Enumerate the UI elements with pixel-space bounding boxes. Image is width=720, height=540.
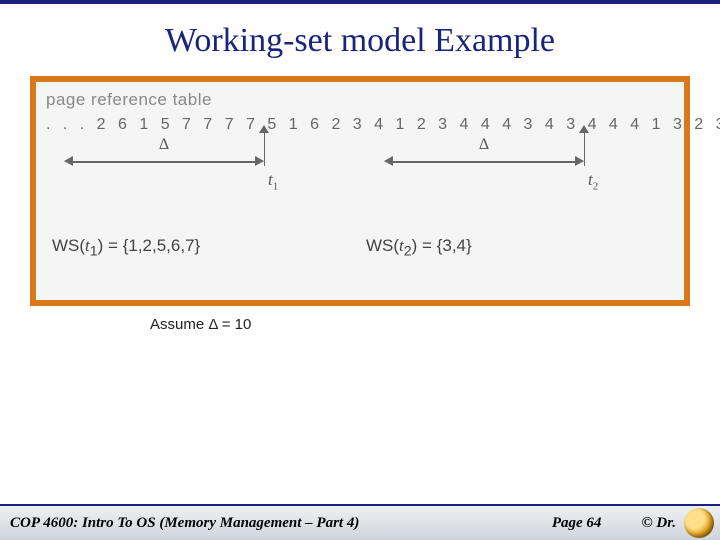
footer-course: COP 4600: Intro To OS (Memory Management… — [0, 515, 359, 532]
footer-copyright: © Dr. — [641, 515, 676, 532]
delta-window-1: Δ — [64, 136, 264, 168]
page-ref-label: page reference table — [46, 90, 674, 110]
ws-row: WS(t1) = {1,2,5,6,7} WS(t2) = {3,4} — [46, 236, 674, 260]
assume-text: Assume Δ = 10 — [150, 316, 720, 333]
t2-label: t2 — [588, 170, 598, 192]
double-arrow-1 — [64, 156, 264, 168]
slide: Working-set model Example page reference… — [0, 0, 720, 540]
footer-page: Page 64 — [552, 515, 602, 532]
working-set-1: WS(t1) = {1,2,5,6,7} — [52, 236, 200, 259]
diagram-box: page reference table . . . 2 6 1 5 7 7 7… — [30, 76, 690, 306]
page-title: Working-set model Example — [0, 22, 720, 60]
footer: COP 4600: Intro To OS (Memory Management… — [0, 504, 720, 540]
working-set-2: WS(t2) = {3,4} — [366, 236, 472, 259]
delta-symbol-2: Δ — [384, 136, 584, 154]
arrows-row: Δ Δ t1 t2 — [46, 136, 674, 196]
t1-label: t1 — [268, 170, 278, 192]
double-arrow-2 — [384, 156, 584, 168]
delta-window-2: Δ — [384, 136, 584, 168]
ucf-logo-icon — [684, 508, 714, 538]
delta-symbol-1: Δ — [64, 136, 264, 154]
